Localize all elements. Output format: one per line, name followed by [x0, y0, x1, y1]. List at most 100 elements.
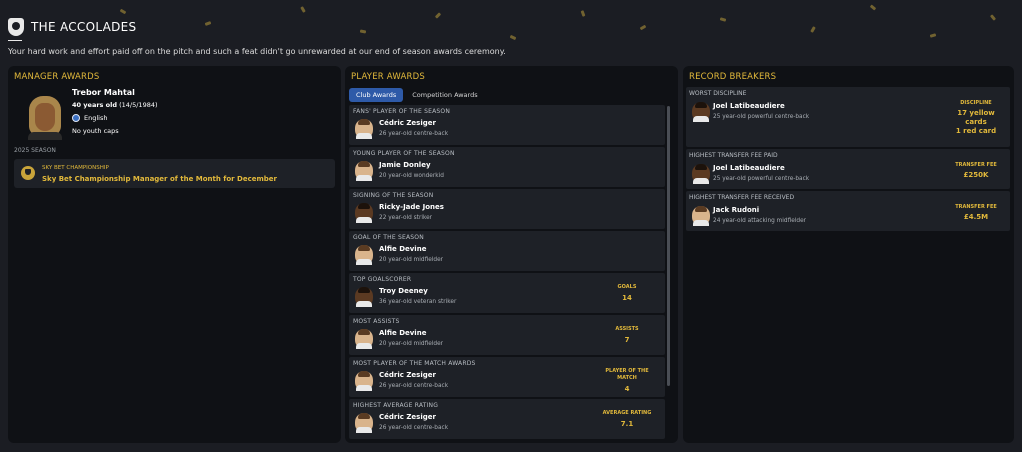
award-category: FANS' PLAYER OF THE SEASON [353, 108, 451, 115]
player-avatar[interactable] [355, 203, 373, 223]
player-avatar[interactable] [692, 164, 710, 184]
player-description: 20 year-old midfielder [379, 341, 444, 347]
page-subtitle: Your hard work and effort paid off on th… [8, 47, 506, 56]
stat-label: PLAYER OF THE MATCH [605, 368, 649, 381]
stat-value: £250K [963, 171, 989, 179]
player-avatar[interactable] [355, 371, 373, 391]
stat-label: TRANSFER FEE [955, 162, 997, 168]
stat-value: 7.1 [620, 420, 634, 428]
player-avatar[interactable] [692, 206, 710, 226]
player-name[interactable]: Cédric Zesiger [379, 413, 436, 421]
player-name[interactable]: Joel Latibeaudiere [713, 164, 785, 172]
page-title: THE ACCOLADES [31, 20, 137, 34]
record-category: WORST DISCIPLINE [689, 90, 747, 97]
player-avatar[interactable] [355, 119, 373, 139]
player-description: 20 year-old wonderkid [379, 173, 444, 179]
record-stat: TRANSFER FEE £250K [946, 162, 1006, 180]
player-avatar[interactable] [355, 329, 373, 349]
award-category: MOST ASSISTS [353, 318, 400, 325]
award-row[interactable]: FANS' PLAYER OF THE SEASON Cédric Zesiger… [349, 105, 665, 145]
panel-title: PLAYER AWARDS [351, 72, 425, 82]
page-header: THE ACCOLADES [8, 16, 136, 38]
player-name[interactable]: Alfie Devine [379, 329, 426, 337]
player-description: 25 year-old powerful centre-back [713, 176, 810, 182]
player-description: 25 year-old powerful centre-back [713, 114, 810, 120]
record-stat: TRANSFER FEE £4.5M [946, 204, 1006, 222]
player-name[interactable]: Cédric Zesiger [379, 371, 436, 379]
tab-competition-awards[interactable]: Competition Awards [405, 88, 484, 102]
player-name[interactable]: Jamie Donley [379, 161, 431, 169]
award-category: TOP GOALSCORER [353, 276, 412, 283]
award-stat: AVERAGE RATING 7.1 [597, 410, 657, 428]
stat-value: 17 yellow [957, 109, 995, 117]
award-row[interactable]: HIGHEST AVERAGE RATING Cédric Zesiger 26 y… [349, 399, 665, 439]
record-breakers-panel: RECORD BREAKERS WORST DISCIPLINE Joel Lat… [683, 66, 1014, 443]
player-avatar[interactable] [355, 413, 373, 433]
stat-label: GOALS [617, 284, 637, 290]
manager-caps: No youth caps [72, 127, 119, 135]
award-category: SIGNING OF THE SEASON [353, 192, 434, 199]
record-breakers-list: WORST DISCIPLINE Joel Latibeaudiere 25 yea… [686, 87, 1010, 233]
stat-value: £4.5M [963, 213, 989, 221]
award-stat: GOALS 14 [597, 284, 657, 302]
stat-value: 1 red card [955, 127, 997, 135]
stat-value: 14 [622, 294, 632, 302]
trophy-icon [21, 166, 35, 180]
award-category: GOAL OF THE SEASON [353, 234, 424, 241]
player-avatar[interactable] [355, 161, 373, 181]
tab-club-awards[interactable]: Club Awards [349, 88, 404, 102]
panel-title: RECORD BREAKERS [689, 72, 777, 82]
player-awards-panel: PLAYER AWARDS Club Awards Competition Aw… [345, 66, 678, 443]
stat-value: cards [965, 118, 987, 126]
award-row[interactable]: GOAL OF THE SEASON Alfie Devine 20 year-ol… [349, 231, 665, 271]
award-row[interactable]: MOST PLAYER OF THE MATCH AWARDS Cédric Ze… [349, 357, 665, 397]
award-tabs: Club Awards Competition Awards [349, 88, 487, 102]
stat-label: ASSISTS [615, 326, 639, 332]
player-name[interactable]: Alfie Devine [379, 245, 426, 253]
record-stat: DISCIPLINE 17 yellow cards 1 red card [946, 100, 1006, 136]
player-description: 26 year-old centre-back [379, 383, 449, 389]
player-name[interactable]: Joel Latibeaudiere [713, 102, 785, 110]
award-category: MOST PLAYER OF THE MATCH AWARDS [353, 360, 476, 367]
title-underline [8, 40, 22, 41]
season-label: 2025 SEASON [14, 147, 56, 154]
player-name[interactable]: Troy Deeney [379, 287, 428, 295]
manager-name[interactable]: Trebor Mahtal [72, 88, 135, 97]
award-competition: SKY BET CHAMPIONSHIP [42, 165, 109, 171]
player-description: 24 year-old attacking midfielder [713, 218, 807, 224]
award-stat: ASSISTS 7 [597, 326, 657, 344]
club-crest-icon [8, 18, 24, 36]
award-name: Sky Bet Championship Manager of the Mont… [42, 175, 277, 183]
stat-label: TRANSFER FEE [955, 204, 997, 210]
player-awards-list: FANS' PLAYER OF THE SEASON Cédric Zesiger… [349, 105, 665, 443]
player-name[interactable]: Ricky-Jade Jones [379, 203, 444, 211]
player-description: 22 year-old striker [379, 215, 433, 221]
player-avatar[interactable] [355, 245, 373, 265]
player-avatar[interactable] [355, 287, 373, 307]
manager-nationality: English [72, 114, 107, 122]
manager-age: 40 years old (14/5/1984) [72, 101, 158, 109]
player-name[interactable]: Cédric Zesiger [379, 119, 436, 127]
nationality-flag-icon [72, 114, 80, 122]
award-row[interactable]: TOP GOALSCORER Troy Deeney 36 year-old vet… [349, 273, 665, 313]
player-description: 26 year-old centre-back [379, 425, 449, 431]
stat-value: 7 [624, 336, 630, 344]
record-row[interactable]: HIGHEST TRANSFER FEE PAID Joel Latibeaudi… [686, 149, 1010, 189]
player-avatar[interactable] [692, 102, 710, 122]
award-row[interactable]: MOST ASSISTS Alfie Devine 20 year-old midf… [349, 315, 665, 355]
manager-awards-panel: MANAGER AWARDS Trebor Mahtal 40 years ol… [8, 66, 341, 443]
award-row[interactable]: SIGNING OF THE SEASON Ricky-Jade Jones 22 … [349, 189, 665, 229]
stat-value: 4 [624, 385, 630, 393]
panel-title: MANAGER AWARDS [14, 72, 100, 82]
list-scrollbar[interactable] [667, 106, 670, 386]
player-description: 36 year-old veteran striker [379, 299, 457, 305]
record-category: HIGHEST TRANSFER FEE RECEIVED [689, 194, 795, 201]
award-row[interactable]: YOUNG PLAYER OF THE SEASON Jamie Donley 20… [349, 147, 665, 187]
player-description: 20 year-old midfielder [379, 257, 444, 263]
player-name[interactable]: Jack Rudoni [713, 206, 759, 214]
manager-award-card[interactable]: SKY BET CHAMPIONSHIP Sky Bet Championshi… [14, 159, 335, 188]
award-category: YOUNG PLAYER OF THE SEASON [353, 150, 455, 157]
record-row[interactable]: HIGHEST TRANSFER FEE RECEIVED Jack Rudoni… [686, 191, 1010, 231]
manager-photo[interactable] [26, 96, 64, 140]
record-row[interactable]: WORST DISCIPLINE Joel Latibeaudiere 25 yea… [686, 87, 1010, 147]
